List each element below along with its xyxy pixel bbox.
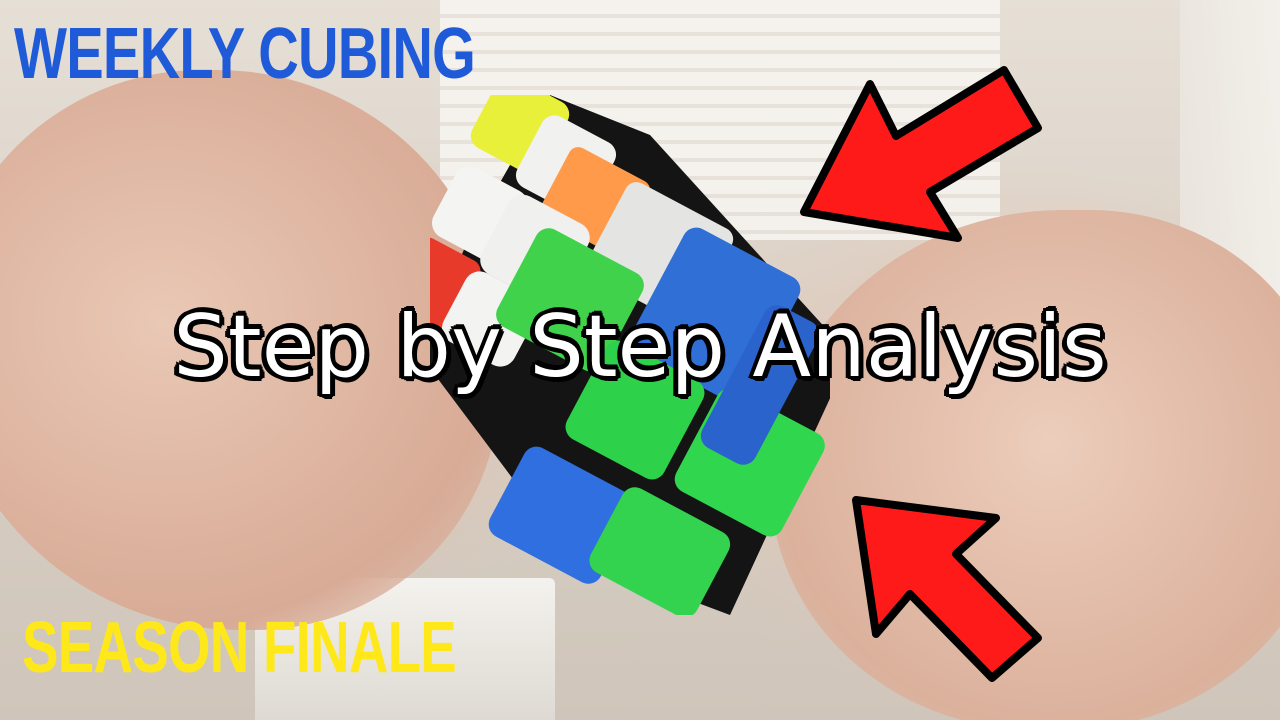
arrow-pointing-down-left-icon	[800, 66, 1042, 242]
weekly-cubing-title: WEEKLY CUBING	[14, 14, 476, 94]
top-arrow	[790, 62, 1050, 242]
bottom-arrow	[846, 488, 1046, 688]
thumbnail-scene: WEEKLY CUBING Step by Step Analysis SEAS…	[0, 0, 1280, 720]
step-by-step-headline: Step by Step Analysis	[173, 297, 1107, 397]
season-finale-title: SEASON FINALE	[22, 608, 457, 688]
arrow-pointing-up-left-icon	[852, 496, 1042, 682]
